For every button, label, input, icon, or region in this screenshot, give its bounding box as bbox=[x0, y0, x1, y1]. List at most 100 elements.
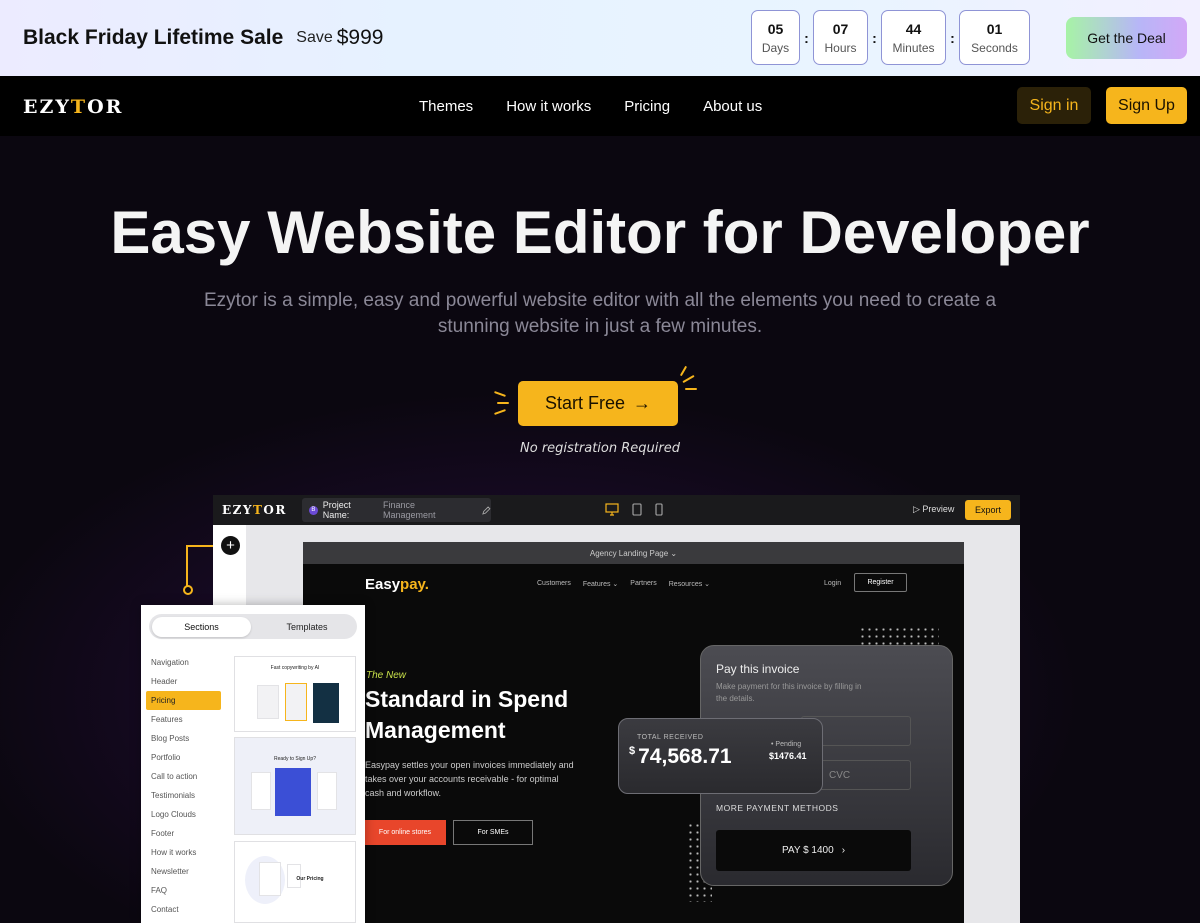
desktop-icon[interactable] bbox=[605, 503, 619, 516]
nav-link-pricing[interactable]: Pricing bbox=[624, 98, 670, 115]
online-stores-button[interactable]: For online stores bbox=[364, 820, 446, 845]
countdown-seconds: 01 Seconds bbox=[959, 10, 1030, 65]
template-thumbnail[interactable]: Fast copywriting by AI bbox=[234, 656, 356, 732]
countdown-unit: Minutes bbox=[892, 40, 935, 55]
site-description: Easypay settles your open invoices immed… bbox=[365, 760, 574, 798]
section-item[interactable]: How it works bbox=[146, 843, 221, 862]
arrow-right-icon: → bbox=[633, 393, 652, 413]
nav-link-themes[interactable]: Themes bbox=[419, 98, 473, 115]
countdown-value: 01 bbox=[986, 20, 1003, 37]
site-nav-link[interactable]: Customers bbox=[537, 580, 571, 588]
logo-text-end: OR bbox=[87, 96, 124, 118]
section-item[interactable]: Contact bbox=[146, 900, 221, 919]
countdown-days: 05 Days bbox=[751, 10, 800, 65]
preview-button[interactable]: ▷ Preview bbox=[913, 504, 954, 515]
countdown-minutes: 44 Minutes bbox=[881, 10, 946, 65]
connector-dot bbox=[183, 585, 193, 595]
section-item[interactable]: Testimonials bbox=[146, 786, 221, 805]
nav-link-about[interactable]: About us bbox=[703, 98, 762, 115]
tab-sections[interactable]: Sections bbox=[152, 617, 251, 637]
countdown-unit: Seconds bbox=[971, 40, 1018, 55]
sparkle-line bbox=[682, 374, 695, 384]
project-name-field[interactable]: B Project Name: Finance Management bbox=[302, 498, 491, 522]
connector-line bbox=[186, 545, 215, 591]
section-item[interactable]: Header bbox=[146, 672, 221, 691]
pencil-icon[interactable] bbox=[482, 505, 491, 515]
promo-title: Black Friday Lifetime Sale bbox=[23, 26, 284, 49]
sign-up-button[interactable]: Sign Up bbox=[1106, 87, 1187, 124]
site-logo-accent: pay. bbox=[400, 576, 429, 593]
template-thumbnail[interactable]: Our Pricing bbox=[234, 841, 356, 923]
promo-save-label: Save bbox=[296, 29, 333, 46]
section-item[interactable]: Navigation bbox=[146, 653, 221, 672]
sign-in-button[interactable]: Sign in bbox=[1017, 87, 1091, 124]
thumbnail-title: Ready to Sign Up? bbox=[274, 756, 316, 762]
brand-logo[interactable]: EZYTOR bbox=[23, 96, 123, 118]
countdown-unit: Hours bbox=[824, 40, 857, 55]
promo-bar: Black Friday Lifetime Sale Save $999 05 … bbox=[0, 0, 1200, 76]
thumbnail-title: Fast copywriting by AI bbox=[270, 665, 320, 671]
site-nav-link[interactable]: Features ⌄ bbox=[583, 580, 618, 588]
tab-templates[interactable]: Templates bbox=[257, 617, 357, 637]
sections-panel: Sections Templates Navigation Header Pri… bbox=[141, 605, 365, 923]
pricing-card-mini bbox=[257, 685, 279, 719]
export-button[interactable]: Export bbox=[965, 500, 1011, 520]
chevron-right-icon: › bbox=[841, 845, 846, 856]
pricing-card-mini bbox=[275, 768, 311, 816]
smes-button[interactable]: For SMEs bbox=[453, 820, 533, 845]
section-item[interactable]: Portfolio bbox=[146, 748, 221, 767]
nav-link-how-it-works[interactable]: How it works bbox=[506, 98, 591, 115]
section-item[interactable]: Newsletter bbox=[146, 862, 221, 881]
site-headline: Standard in Spend Management bbox=[365, 686, 569, 743]
logo-text-start: EZY bbox=[23, 96, 71, 118]
site-nav-link[interactable]: Partners bbox=[630, 580, 656, 588]
editor-toolbar: EZYTOR B Project Name: Finance Managemen… bbox=[213, 495, 1020, 525]
start-free-button[interactable]: Start Free → bbox=[518, 381, 678, 426]
section-item[interactable]: FAQ bbox=[146, 881, 221, 900]
logo-text-accent: T bbox=[252, 503, 264, 517]
countdown-hours: 07 Hours bbox=[813, 10, 868, 65]
site-logo: Easypay. bbox=[365, 576, 429, 593]
pay-card-subtitle: Make payment for this invoice by filling… bbox=[716, 682, 862, 703]
sparkle-line bbox=[679, 365, 688, 377]
total-received-card: TOTAL RECEIVED $74,568.71 • Pending $147… bbox=[618, 718, 823, 794]
pricing-card-mini bbox=[285, 683, 307, 721]
section-item-active[interactable]: Pricing bbox=[146, 691, 221, 710]
section-item[interactable]: Call to action bbox=[146, 767, 221, 786]
template-thumbnail[interactable]: Ready to Sign Up? bbox=[234, 737, 356, 835]
add-section-icon[interactable]: + bbox=[221, 536, 240, 555]
section-item[interactable]: Features bbox=[146, 710, 221, 729]
promo-price: $999 bbox=[336, 26, 384, 49]
total-received-value: $74,568.71 bbox=[629, 745, 732, 769]
section-item[interactable]: Blog Posts bbox=[146, 729, 221, 748]
device-switcher bbox=[605, 503, 663, 516]
logo-text-end: OR bbox=[263, 503, 287, 517]
page-selector[interactable]: Agency Landing Page ⌄ bbox=[303, 542, 964, 564]
section-item[interactable]: Logo Clouds bbox=[146, 805, 221, 824]
countdown-value: 44 bbox=[905, 20, 922, 37]
site-login-link[interactable]: Login bbox=[824, 580, 841, 587]
site-logo-text: Easy bbox=[365, 576, 401, 593]
editor-logo: EZYTOR bbox=[222, 503, 287, 517]
countdown-unit: Days bbox=[761, 40, 790, 55]
pricing-card-mini bbox=[251, 772, 271, 810]
panel-tabs: Sections Templates bbox=[149, 614, 357, 639]
countdown-separator: : bbox=[950, 29, 955, 46]
hero-title: Easy Website Editor for Developer bbox=[110, 199, 1090, 266]
tablet-icon[interactable] bbox=[632, 503, 642, 516]
more-payment-methods[interactable]: MORE PAYMENT METHODS bbox=[716, 803, 838, 813]
mobile-icon[interactable] bbox=[655, 503, 663, 516]
countdown-separator: : bbox=[872, 29, 877, 46]
start-free-label: Start Free bbox=[544, 393, 626, 413]
pay-card-title: Pay this invoice bbox=[716, 662, 800, 676]
get-deal-button[interactable]: Get the Deal bbox=[1066, 17, 1187, 59]
section-item[interactable]: Footer bbox=[146, 824, 221, 843]
pay-button[interactable]: PAY $ 1400 › bbox=[716, 830, 911, 871]
site-register-button[interactable]: Register bbox=[854, 573, 907, 592]
countdown-value: 07 bbox=[832, 20, 849, 37]
cvc-field[interactable]: CVC bbox=[819, 760, 911, 790]
countdown-timer: 05 Days : 07 Hours : 44 Minutes : 01 Sec… bbox=[751, 10, 1030, 65]
site-eyebrow: The New bbox=[366, 670, 407, 681]
site-nav-link[interactable]: Resources ⌄ bbox=[669, 580, 710, 588]
site-nav-links: Customers Features ⌄ Partners Resources … bbox=[537, 580, 710, 588]
